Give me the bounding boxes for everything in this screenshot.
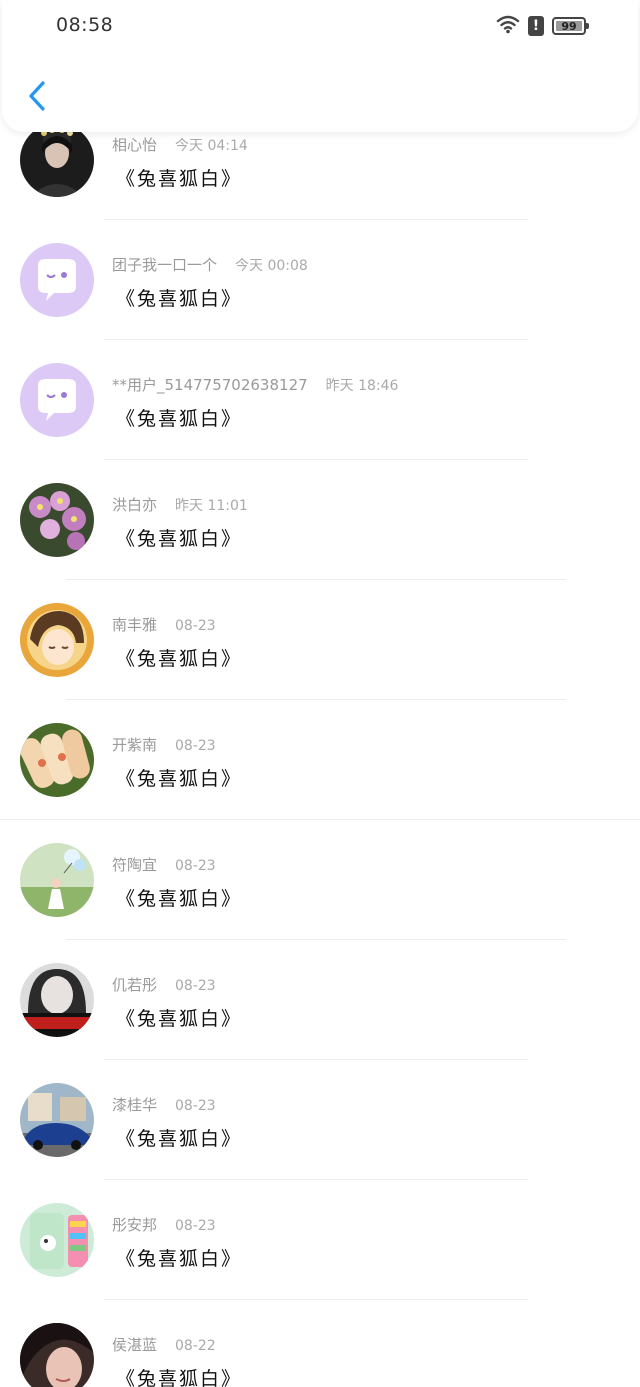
list-item[interactable]: 彤安邦 08-23 《兔喜狐白》 [0, 1180, 640, 1300]
list-item[interactable]: 开紫南 08-23 《兔喜狐白》 [0, 700, 640, 820]
top-bar: 08:58 ! 99 [2, 0, 638, 132]
avatar[interactable] [20, 123, 94, 197]
sender-name: 洪白亦 [112, 496, 158, 514]
message-text: 《兔喜狐白》 [116, 1368, 243, 1387]
sender-name: 团子我一口一个 [112, 256, 218, 274]
message-meta: 仉若彤 08-23 [112, 974, 216, 995]
list-item[interactable]: 南丰雅 08-23 《兔喜狐白》 [0, 580, 640, 700]
message-time: 08-23 [175, 1218, 216, 1234]
message-time: 08-23 [175, 738, 216, 754]
message-text: 《兔喜狐白》 [116, 888, 243, 910]
battery-icon: 99 [552, 17, 589, 35]
back-button[interactable] [22, 78, 52, 118]
list-item[interactable]: **用户_514775702638127 昨天 18:46 《兔喜狐白》 [0, 340, 640, 460]
message-text: 《兔喜狐白》 [116, 1248, 243, 1270]
status-time: 08:58 [56, 14, 114, 36]
avatar[interactable] [20, 1083, 94, 1157]
list-item[interactable]: 洪白亦 昨天 11:01 《兔喜狐白》 [0, 460, 640, 580]
alert-icon: ! [528, 16, 544, 36]
sender-name: 南丰雅 [112, 616, 158, 634]
sender-name: 符陶宜 [112, 856, 158, 874]
message-meta: 洪白亦 昨天 11:01 [112, 494, 248, 515]
sender-name: 侯湛蓝 [112, 1336, 158, 1354]
avatar[interactable] [20, 723, 94, 797]
message-text: 《兔喜狐白》 [116, 528, 243, 550]
message-meta: 侯湛蓝 08-22 [112, 1334, 216, 1355]
sender-name: 仉若彤 [112, 976, 158, 994]
battery-level: 99 [561, 19, 577, 33]
chevron-left-icon [27, 80, 47, 116]
message-meta: 开紫南 08-23 [112, 734, 216, 755]
sender-name: **用户_514775702638127 [112, 376, 308, 394]
list-item[interactable]: 漆桂华 08-23 《兔喜狐白》 [0, 1060, 640, 1180]
message-time: 08-23 [175, 858, 216, 874]
sender-name: 漆桂华 [112, 1096, 158, 1114]
message-time: 昨天 18:46 [325, 378, 399, 394]
message-meta: 团子我一口一个 今天 00:08 [112, 254, 308, 275]
message-text: 《兔喜狐白》 [116, 288, 243, 310]
sender-name: 开紫南 [112, 736, 158, 754]
message-text: 《兔喜狐白》 [116, 408, 243, 430]
sender-name: 相心怡 [112, 136, 158, 154]
message-meta: 彤安邦 08-23 [112, 1214, 216, 1235]
avatar[interactable] [20, 1203, 94, 1277]
message-meta: 符陶宜 08-23 [112, 854, 216, 875]
wifi-icon [496, 14, 520, 38]
sender-name: 彤安邦 [112, 1216, 158, 1234]
message-text: 《兔喜狐白》 [116, 1008, 243, 1030]
message-meta: 南丰雅 08-23 [112, 614, 216, 635]
status-icons: ! 99 [496, 14, 589, 38]
message-time: 今天 04:14 [175, 138, 248, 154]
avatar[interactable] [20, 843, 94, 917]
message-time: 今天 00:08 [235, 258, 308, 274]
message-time: 08-23 [175, 618, 216, 634]
message-text: 《兔喜狐白》 [116, 168, 243, 190]
list-item[interactable]: 符陶宜 08-23 《兔喜狐白》 [0, 820, 640, 940]
avatar[interactable] [20, 963, 94, 1037]
message-text: 《兔喜狐白》 [116, 768, 243, 790]
message-time: 昨天 11:01 [175, 498, 248, 514]
list-item[interactable]: 侯湛蓝 08-22 《兔喜狐白》 [0, 1300, 640, 1387]
avatar[interactable] [20, 363, 94, 437]
message-time: 08-23 [175, 978, 216, 994]
list-item[interactable]: 仉若彤 08-23 《兔喜狐白》 [0, 940, 640, 1060]
message-meta: 相心怡 今天 04:14 [112, 134, 248, 155]
avatar[interactable] [20, 1323, 94, 1387]
avatar[interactable] [20, 483, 94, 557]
message-time: 08-23 [175, 1098, 216, 1114]
message-meta: **用户_514775702638127 昨天 18:46 [112, 374, 398, 395]
message-text: 《兔喜狐白》 [116, 1128, 243, 1150]
message-meta: 漆桂华 08-23 [112, 1094, 216, 1115]
message-text: 《兔喜狐白》 [116, 648, 243, 670]
message-time: 08-22 [175, 1338, 216, 1354]
list-item[interactable]: 团子我一口一个 今天 00:08 《兔喜狐白》 [0, 220, 640, 340]
avatar[interactable] [20, 603, 94, 677]
avatar[interactable] [20, 243, 94, 317]
